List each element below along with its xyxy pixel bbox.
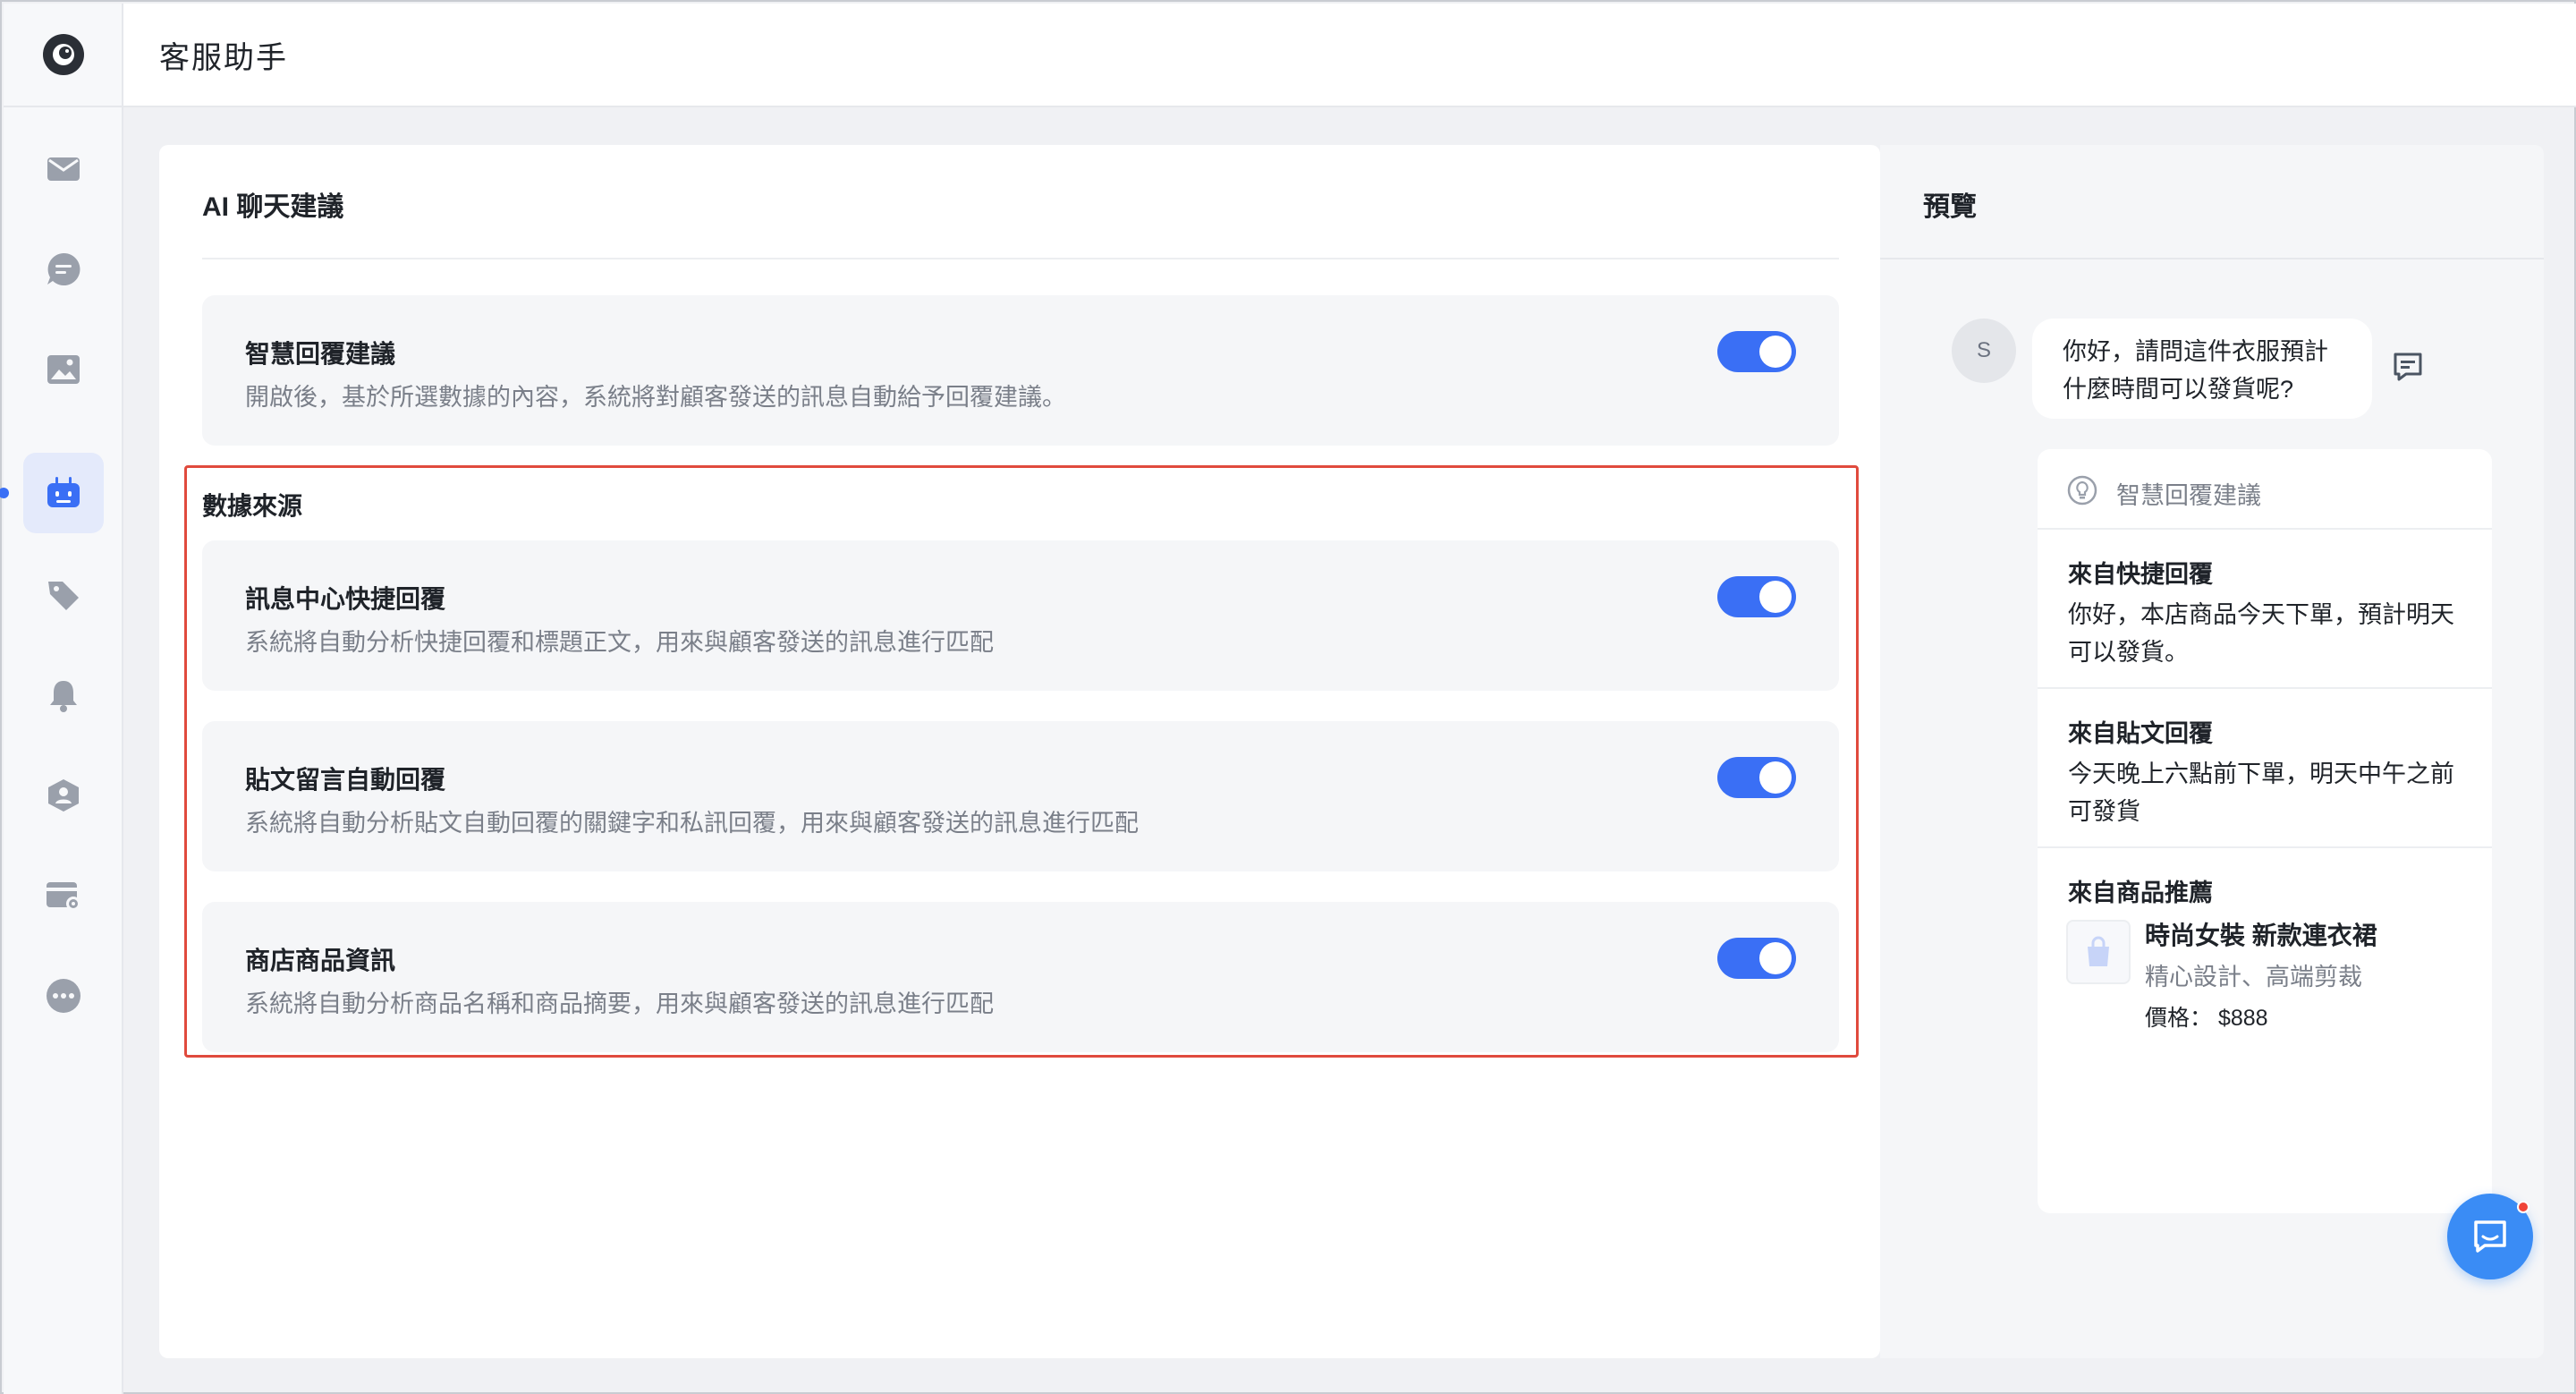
suggestion-quick-reply[interactable]: 來自快捷回覆 你好，本店商品今天下單，預計明天可以發貨。 (2038, 530, 2492, 689)
sidebar-item-more[interactable] (23, 956, 104, 1036)
product-thumbnail (2066, 920, 2131, 984)
source-card-post-reply: 貼文留言自動回覆 系統將自動分析貼文自動回覆的關鍵字和私訊回覆，用來與顧客發送的… (202, 721, 1839, 871)
smart-reply-toggle[interactable] (1717, 331, 1796, 372)
data-source-label: 數據來源 (202, 492, 303, 520)
suggestion-title: 來自快捷回覆 (2068, 561, 2213, 588)
sidebar-item-media[interactable] (23, 329, 104, 410)
toggle-knob (1759, 761, 1792, 794)
reply-suggestions-card: 智慧回覆建議 來自快捷回覆 你好，本店商品今天下單，預計明天可以發貨。 來自貼文… (2038, 449, 2492, 1213)
suggestion-title: 來自商品推薦 (2068, 880, 2213, 906)
suggestions-header: 智慧回覆建議 (2038, 449, 2492, 530)
sidebar-item-ai-assistant[interactable] (23, 453, 104, 533)
card-description: 開啟後，基於所選數據的內容，系統將對顧客發送的訊息自動給予回覆建議。 (245, 384, 1066, 411)
product-description: 精心設計、高端剪裁 (2145, 964, 2362, 990)
card-title: 貼文留言自動回覆 (245, 766, 446, 794)
preview-panel: 預覽 S 你好，請問這件衣服預計什麼時間可以發貨呢? 智慧回覆建議 來自快捷回覆… (1880, 145, 2544, 1358)
shop-products-toggle[interactable] (1717, 938, 1796, 979)
active-indicator (0, 488, 9, 498)
tag-icon (48, 582, 79, 610)
toggle-knob (1759, 336, 1792, 368)
card-title: 訊息中心快捷回覆 (245, 585, 446, 613)
toggle-knob (1759, 942, 1792, 974)
suggestion-text: 今天晚上六點前下單，明天中午之前可發貨 (2068, 761, 2454, 825)
toggle-knob (1759, 581, 1792, 613)
sidebar-item-settings[interactable] (23, 855, 104, 936)
source-card-shop-products: 商店商品資訊 系統將自動分析商品名稱和商品摘要，用來與顧客發送的訊息進行匹配 (202, 902, 1839, 1052)
app-logo[interactable] (43, 34, 84, 75)
card-description: 系統將自動分析快捷回覆和標題正文，用來與顧客發送的訊息進行匹配 (245, 629, 994, 656)
support-chat-button[interactable] (2447, 1194, 2533, 1279)
divider (202, 258, 1839, 259)
sidebar-item-inbox[interactable] (23, 129, 104, 209)
shopping-bag-icon (2088, 936, 2109, 966)
smart-reply-card: 智慧回覆建議 開啟後，基於所選數據的內容，系統將對顧客發送的訊息自動給予回覆建議… (202, 295, 1839, 446)
card-settings-icon (47, 882, 80, 911)
page-title: 客服助手 (159, 40, 288, 75)
product-price: 價格： $888 (2145, 1006, 2268, 1031)
source-card-quick-reply: 訊息中心快捷回覆 系統將自動分析快捷回覆和標題正文，用來與顧客發送的訊息進行匹配 (202, 540, 1839, 691)
bell-icon (50, 681, 77, 712)
chat-icon (47, 252, 80, 285)
post-reply-toggle[interactable] (1717, 757, 1796, 798)
suggestion-post-reply[interactable]: 來自貼文回覆 今天晚上六點前下單，明天中午之前可發貨 (2038, 689, 2492, 848)
section-title: AI 聊天建議 (202, 192, 344, 222)
card-title: 商店商品資訊 (245, 947, 396, 974)
chat-bubble-icon (2474, 1220, 2506, 1253)
card-description: 系統將自動分析貼文自動回覆的關鍵字和私訊回覆，用來與顧客發送的訊息進行匹配 (245, 810, 1139, 837)
suggestion-title: 來自貼文回覆 (2068, 720, 2213, 747)
suggestion-text: 你好，本店商品今天下單，預計明天可以發貨。 (2068, 601, 2454, 666)
sidebar-item-tags[interactable] (23, 555, 104, 635)
sidebar-item-notifications[interactable] (23, 655, 104, 735)
product-name: 時尚女裝 新款連衣裙 (2145, 922, 2377, 949)
user-shield-icon (48, 779, 79, 812)
customer-avatar: S (1952, 319, 2016, 383)
customer-message-bubble: 你好，請問這件衣服預計什麼時間可以發貨呢? (2032, 319, 2372, 419)
penguin-logo-icon (53, 44, 74, 65)
card-title: 智慧回覆建議 (245, 340, 396, 368)
app-window: 客服助手 AI 聊天建議 智慧回覆建議 開啟後，基於所選數據的內容，系統將對顧客… (0, 0, 2576, 1394)
quick-reply-toggle[interactable] (1717, 576, 1796, 617)
card-description: 系統將自動分析商品名稱和商品摘要，用來與顧客發送的訊息進行匹配 (245, 990, 994, 1017)
image-icon (47, 355, 80, 384)
ai-settings-panel: AI 聊天建議 智慧回覆建議 開啟後，基於所選數據的內容，系統將對顧客發送的訊息… (159, 145, 1880, 1358)
sidebar (0, 4, 123, 1394)
lightbulb-icon (2067, 475, 2097, 506)
notification-dot (2517, 1201, 2529, 1213)
more-icon (47, 979, 80, 1013)
mail-icon (47, 157, 80, 181)
top-header: 客服助手 (123, 4, 2576, 107)
preview-title: 預覽 (1923, 192, 1977, 222)
preview-header: 預覽 (1880, 145, 2544, 259)
suggestion-product[interactable]: 來自商品推薦 時尚女裝 新款連衣裙 精心設計、高端剪裁 價格： $888 (2038, 848, 2492, 1054)
robot-icon (47, 477, 80, 507)
suggestions-header-label: 智慧回覆建議 (2116, 482, 2261, 509)
sidebar-item-team[interactable] (23, 755, 104, 836)
sidebar-item-chat[interactable] (23, 229, 104, 310)
logo-area (4, 4, 123, 107)
message-action-icon[interactable] (2390, 349, 2426, 385)
